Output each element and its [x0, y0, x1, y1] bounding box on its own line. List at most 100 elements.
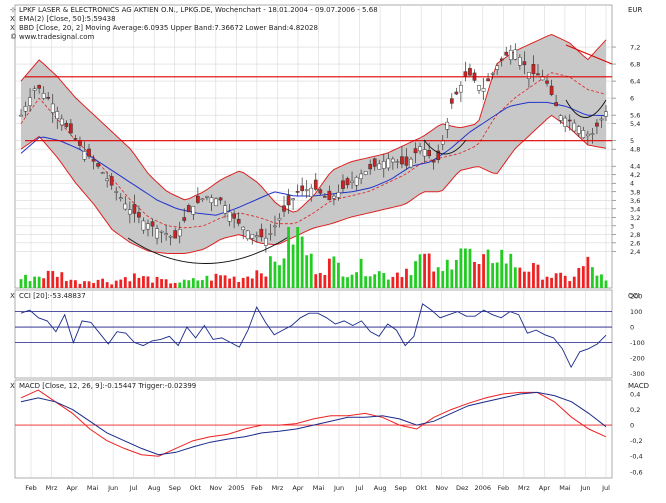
volume-bar: [518, 267, 522, 288]
volume-bar: [382, 273, 386, 288]
volume-bar: [264, 276, 268, 288]
x-tick-label: Jun: [333, 484, 344, 492]
x-tick-label: Sep: [395, 484, 407, 492]
panel-frame: [14, 379, 613, 479]
candle-up: [527, 72, 531, 79]
cci-tick-label: -200: [630, 354, 645, 362]
cci-tick-label: 100: [630, 308, 642, 316]
volume-bar: [142, 276, 145, 288]
x-tick-label: Okt: [415, 484, 427, 492]
price-tick-label: 3,6: [630, 197, 640, 205]
macd-legend-icon: Ⅹ: [10, 382, 15, 390]
x-tick-label: Nov: [209, 484, 222, 492]
x-tick-label: Feb: [498, 484, 510, 492]
x-tick-label: Jun: [107, 484, 118, 492]
candle-down: [522, 61, 527, 66]
volume-bar: [42, 278, 46, 288]
candle-down: [486, 78, 490, 82]
volume-bar: [33, 276, 37, 288]
candle-up: [490, 73, 495, 75]
x-tick-label: Apr: [66, 484, 78, 492]
volume-bar: [373, 274, 377, 288]
candle-down: [499, 58, 504, 61]
candle-down: [300, 185, 305, 191]
candle-down: [37, 85, 41, 89]
volume-bar: [527, 271, 531, 288]
candle-down: [449, 98, 454, 104]
volume-bar: [96, 279, 100, 288]
candle-up: [205, 196, 209, 198]
volume-bar: [269, 256, 272, 288]
volume-bar: [78, 283, 82, 288]
price-tick-label: 6,4: [630, 78, 640, 86]
volume-bar: [137, 277, 141, 288]
volume-bar: [459, 248, 463, 288]
chart-window: 7,2 6,8 6,4 6 5,6 5,4 5 4,8 4,4 4,2 4 3,8 3,6 3,4 3,2 3…: [0, 0, 666, 499]
currency-label: EUR: [628, 6, 643, 14]
x-tick-label: Mai: [559, 484, 571, 492]
volume-bar: [436, 267, 440, 288]
candle-down: [545, 80, 549, 84]
volume-bar: [169, 283, 173, 288]
volume-bar: [441, 271, 445, 288]
candle-down: [567, 119, 572, 122]
volume-bar: [341, 276, 345, 288]
volume-bar: [69, 279, 73, 288]
x-tick-label: Sep: [169, 484, 181, 492]
volume-bar: [200, 280, 204, 288]
candle-down: [554, 102, 558, 107]
volume-bar: [305, 255, 309, 288]
cci-legend-icon: Ⅹ: [10, 292, 15, 300]
volume-bar: [83, 281, 86, 288]
x-tick-label: Aug: [148, 484, 161, 492]
candle-up: [28, 97, 32, 106]
candle-up: [245, 230, 250, 240]
candle-down: [345, 178, 350, 186]
volume-bar: [228, 278, 232, 288]
volume-bar: [423, 253, 427, 288]
volume-bar: [577, 267, 581, 288]
candle-up: [19, 114, 23, 117]
copyright-icon: ©: [10, 33, 17, 41]
candle-up: [23, 106, 28, 112]
volume-bar: [196, 280, 200, 288]
candle-up: [572, 122, 577, 132]
candle-down: [150, 221, 155, 227]
candle-up: [41, 93, 46, 99]
volume-bar: [132, 273, 136, 288]
macd-title: MACD [Close, 12, 26, 9]:-0.15447 Trigger…: [19, 382, 196, 390]
volume-bar: [464, 248, 467, 288]
volume-bar: [586, 256, 590, 288]
volume-bar: [368, 276, 372, 288]
volume-bar: [355, 272, 358, 288]
volume-bar: [536, 264, 540, 288]
volume-bar: [37, 276, 41, 288]
volume-bar: [187, 280, 191, 288]
volume-bar: [450, 269, 454, 288]
candle-up: [563, 117, 568, 127]
volume-bar: [87, 281, 91, 288]
volume-bar: [259, 273, 263, 288]
candle-down: [87, 148, 91, 157]
volume-bar: [46, 270, 50, 288]
candle-down: [69, 123, 73, 134]
candle-down: [218, 197, 223, 201]
candle-up: [264, 237, 268, 246]
price-tick-label: 5,6: [630, 112, 640, 120]
volume-bar: [24, 274, 27, 288]
volume-bar: [590, 267, 594, 288]
price-tick-label: 6,8: [630, 61, 640, 69]
macd-label: MACD: [628, 382, 649, 390]
price-tick-label: 4,4: [630, 163, 640, 171]
candle-up: [581, 130, 586, 139]
volume-bar: [391, 276, 395, 288]
macd-tick-label: -0,2: [630, 437, 643, 445]
candle-down: [549, 85, 554, 95]
volume-bar: [604, 280, 608, 288]
candle-down: [536, 73, 540, 76]
source-label: www.tradesignal.com: [19, 33, 94, 41]
candle-up: [268, 233, 273, 235]
volume-bar: [550, 277, 553, 288]
candle-up: [354, 177, 359, 186]
volume-bar: [318, 272, 322, 288]
